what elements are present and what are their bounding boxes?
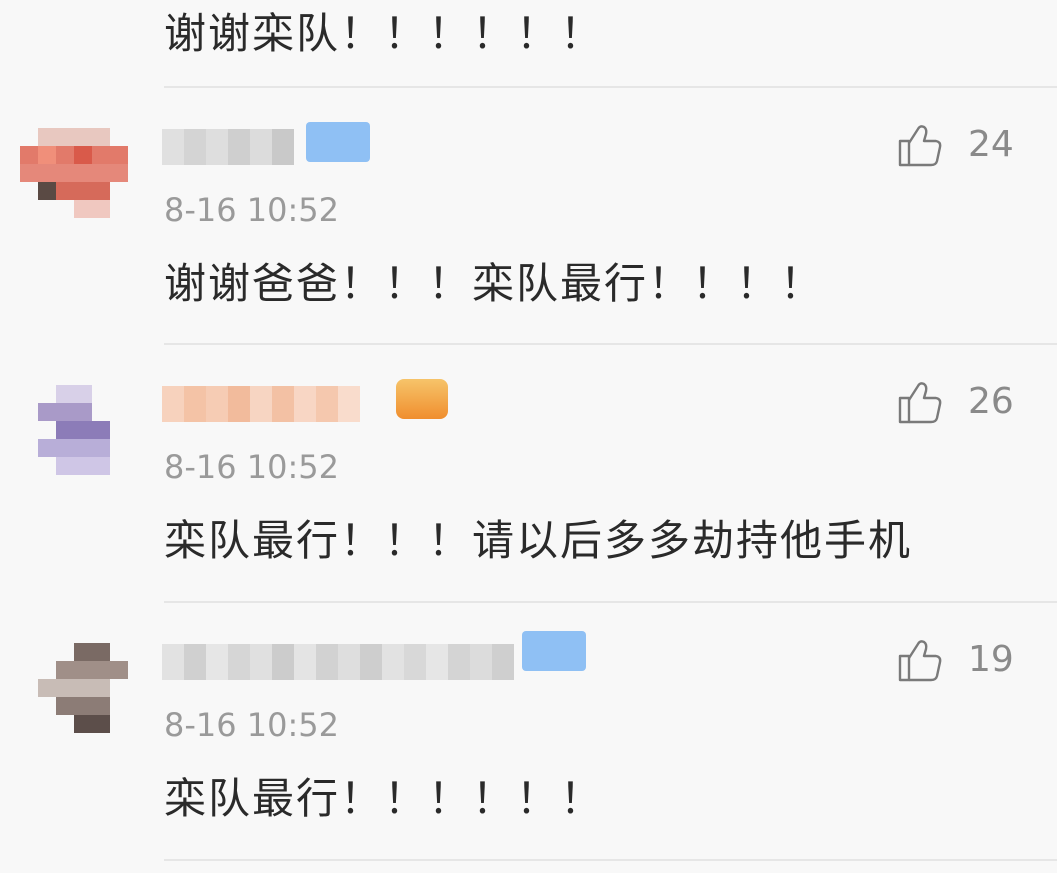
like-button[interactable]: 19 [896,635,1014,685]
like-button[interactable]: 26 [896,377,1014,427]
like-count: 24 [968,124,1014,165]
comment-timestamp: 8-16 10:52 [164,706,340,744]
comment-text: 栾队最行！！！！！！ [164,774,605,823]
like-count: 26 [968,381,1014,422]
avatar[interactable] [20,367,128,475]
comment-item[interactable]: 8-16 10:52 栾队最行！！！请以后多多劫持他手机 26 [0,345,1057,601]
avatar[interactable] [20,110,128,218]
like-count: 19 [968,639,1014,680]
comment-text: 栾队最行！！！请以后多多劫持他手机 [164,516,913,565]
thumbs-up-icon [898,382,942,424]
comment-text: 谢谢爸爸！！！栾队最行！！！！ [164,259,825,308]
avatar[interactable] [20,625,128,733]
thumbs-up-icon [898,125,942,167]
vip-badge-icon [396,379,448,419]
fan-badge [306,122,370,162]
divider [164,859,1057,861]
comment-item[interactable]: 8-16 10:52 栾队最行！！！！！！ 19 [0,603,1057,859]
like-button[interactable]: 24 [896,120,1014,170]
thumbs-up-icon [898,640,942,682]
fan-badge [522,631,586,671]
comment-text: 谢谢栾队！！！！！！ [164,9,605,58]
username-blurred[interactable] [162,639,514,685]
username-blurred[interactable] [162,124,294,170]
comment-timestamp: 8-16 10:52 [164,448,340,486]
username-blurred[interactable] [162,381,360,427]
comment-list: 谢谢栾队！！！！！！ 8-16 10:52 谢谢爸爸！！！栾队最行！！！！ 24… [0,0,1057,873]
comment-timestamp: 8-16 10:52 [164,191,340,229]
comment-item[interactable]: 8-16 10:52 谢谢爸爸！！！栾队最行！！！！ 24 [0,88,1057,344]
